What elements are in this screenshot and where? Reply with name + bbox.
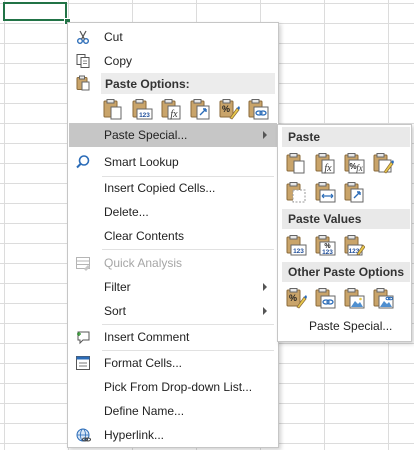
menu-item-clear-contents[interactable]: Clear Contents [69,224,277,248]
svg-text:123: 123 [139,112,150,119]
menu-item-label: Paste Special... [104,128,188,142]
paste-option-formatting[interactable]: % [217,97,241,121]
submenu-arrow-icon [263,131,267,139]
paste-formulas-icon: fx [161,99,181,120]
paste-values-number-formatting-button[interactable]: % 123 [313,233,337,257]
paste-option-transpose[interactable] [188,97,212,121]
submenu-arrow-icon [263,307,267,315]
svg-text:%: % [289,293,297,303]
menu-item-delete[interactable]: Delete... [69,200,277,224]
paste-icon [286,153,305,174]
context-menu: Cut Copy Paste Options: 123 fx % Paste S… [67,22,279,448]
menu-item-copy[interactable]: Copy [69,49,277,73]
paste-special-dialog-link[interactable]: Paste Special... [309,319,392,333]
menu-item-cut[interactable]: Cut [69,25,277,49]
menu-item-label: Copy [104,54,133,68]
scissors-icon [75,29,91,45]
paste-values-source-formatting-button[interactable]: 123 [342,233,366,257]
menu-item-label: Quick Analysis [104,256,183,270]
menu-item-format-cells[interactable]: Format Cells... [69,351,277,375]
menu-item-insert-comment[interactable]: Insert Comment [69,325,277,349]
menu-separator [102,249,274,250]
menu-item-hyperlink[interactable]: Hyperlink... [69,423,277,447]
submenu-header-paste: Paste [282,127,410,147]
paste-option-formulas[interactable]: fx [159,97,183,121]
paste-linked-picture-button[interactable] [371,286,395,310]
paste-values-icon: 123 [132,99,153,120]
paste-formulas-button[interactable]: fx [313,151,337,175]
paste-picture-button[interactable] [342,286,366,310]
menu-item-label: Pick From Drop-down List... [104,380,253,394]
svg-text:%: % [222,104,230,114]
submenu-header-paste-values: Paste Values [282,209,410,229]
menu-item-label: Sort [104,304,127,318]
paste-transpose-icon [190,99,210,120]
paste-icon [103,99,122,120]
paste-formulas-number-formatting-button[interactable]: % fx [342,151,366,175]
paste-link-icon [248,99,269,120]
menu-item-paste-special[interactable]: Paste Special... [69,123,277,147]
paste-no-borders-button[interactable] [284,180,308,204]
paste-special-submenu: Paste fx % fx Paste Values 123 % 123 123… [277,124,412,342]
menu-item-label: Hyperlink... [104,428,165,442]
paste-formatting-button[interactable]: % [284,286,308,310]
svg-text:123: 123 [293,248,304,255]
paste-link-icon [315,288,336,309]
submenu-arrow-icon [263,283,267,291]
paste-all-button[interactable] [284,151,308,175]
hyperlink-icon [75,427,91,443]
paste-transpose-icon [344,182,364,203]
paste-values-source-format-icon: 123 [344,235,365,256]
paste-linked-picture-icon [373,288,394,309]
svg-text:fx: fx [356,163,363,173]
svg-text:fx: fx [170,109,178,120]
menu-item-define-name[interactable]: Define Name... [69,399,277,423]
paste-link-button[interactable] [313,286,337,310]
paste-values-icon: 123 [286,235,307,256]
menu-item-label: Smart Lookup [104,155,179,169]
paste-values-button[interactable]: 123 [284,233,308,257]
menu-item-sort[interactable]: Sort [69,299,277,323]
svg-text:fx: fx [324,163,332,174]
menu-item-filter[interactable]: Filter [69,275,277,299]
search-icon [75,154,91,170]
paste-picture-icon [344,288,365,309]
paste-option-values[interactable]: 123 [130,97,154,121]
paste-formatting-icon: % [219,99,240,120]
menu-item-label: Define Name... [104,404,185,418]
submenu-header-other-paste-options: Other Paste Options [282,262,410,282]
menu-item-quick-analysis[interactable]: Quick Analysis [69,251,277,275]
menu-item-label: Insert Copied Cells... [104,181,216,195]
menu-item-smart-lookup[interactable]: Smart Lookup [69,150,277,174]
paste-option-link[interactable] [246,97,270,121]
menu-item-label: Filter [104,280,131,294]
paste-option-paste[interactable] [101,97,125,121]
paste-options-header: Paste Options: [101,73,275,94]
svg-text:123: 123 [322,249,333,256]
paste-formatting-icon: % [286,288,307,309]
menu-item-label: Delete... [104,205,149,219]
paste-keep-source-formatting-button[interactable] [371,151,395,175]
menu-item-insert-copied-cells[interactable]: Insert Copied Cells... [69,176,277,200]
paste-transpose-button[interactable] [342,180,366,204]
paste-keep-column-widths-button[interactable] [313,180,337,204]
paste-formulas-icon: fx [315,153,335,174]
paste-clipboard-icon [75,75,91,91]
comment-icon [75,329,91,345]
paste-no-borders-icon [286,182,306,203]
quick-analysis-icon [75,255,91,271]
paste-column-widths-icon [315,182,336,203]
menu-item-label: Cut [104,30,123,44]
menu-item-label: Format Cells... [104,356,183,370]
menu-item-label: Clear Contents [104,229,185,243]
menu-item-label: Insert Comment [104,330,190,344]
paste-keep-formatting-icon [373,153,394,174]
menu-item-pick-from-list[interactable]: Pick From Drop-down List... [69,375,277,399]
copy-icon [75,53,91,69]
paste-values-number-format-icon: % 123 [315,235,336,256]
format-cells-icon [75,355,91,371]
paste-formulas-number-format-icon: % fx [344,153,365,174]
active-cell[interactable] [3,2,67,21]
